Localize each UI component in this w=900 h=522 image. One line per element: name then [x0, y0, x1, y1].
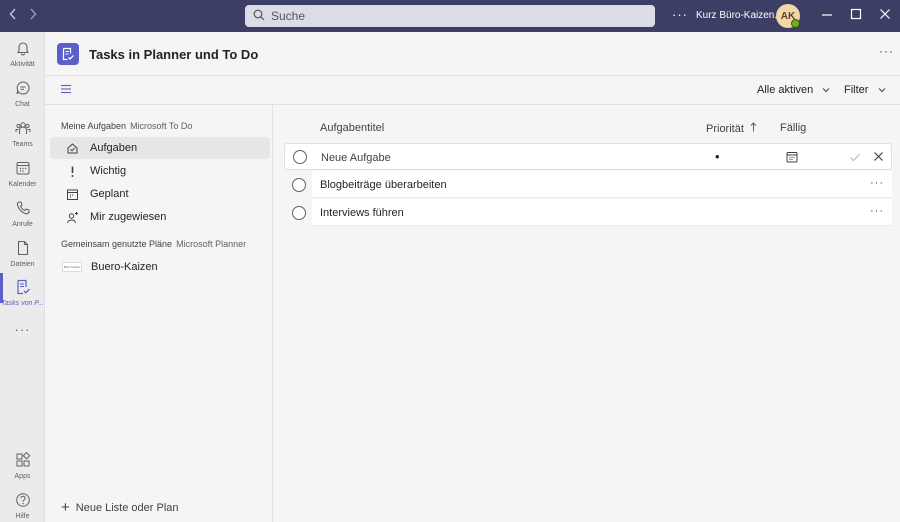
hamburger-menu-icon[interactable]	[60, 83, 72, 98]
toolbar: Alle aktiven Filter	[45, 76, 900, 105]
task-complete-circle-icon[interactable]	[292, 178, 306, 192]
org-name[interactable]: Kurz Büro-Kaizen...	[696, 10, 783, 21]
apps-icon	[15, 451, 31, 471]
rail-label: Chat	[15, 101, 30, 108]
help-icon	[15, 492, 31, 511]
app-rail: Aktivität Chat Teams Kalender Anrufe Dat…	[0, 32, 45, 522]
more-options-icon[interactable]: ···	[879, 44, 894, 58]
task-complete-circle-icon[interactable]	[292, 206, 306, 220]
exclamation-icon	[64, 165, 80, 178]
search-icon	[253, 9, 271, 24]
rail-label: Hilfe	[15, 513, 30, 520]
task-title: Interviews führen	[320, 207, 404, 219]
rail-label: Anrufe	[12, 221, 33, 228]
sidebar-item-label: Geplant	[90, 188, 129, 200]
rail-item-anrufe[interactable]: Anrufe	[0, 200, 45, 236]
task-more-icon[interactable]: ···	[870, 205, 884, 217]
sort-ascending-icon	[750, 122, 757, 135]
task-title: Blogbeiträge überarbeiten	[320, 179, 447, 191]
person-add-icon	[64, 211, 80, 224]
rail-label: Kalender	[8, 181, 37, 188]
column-header-priority[interactable]: Priorität	[706, 122, 757, 135]
rail-label: Tasks von P...	[1, 300, 44, 307]
due-date-picker-icon[interactable]	[786, 151, 798, 166]
sidebar-item-wichtig[interactable]: Wichtig	[50, 160, 270, 182]
rail-label: Apps	[14, 473, 31, 480]
chat-icon	[15, 80, 31, 99]
page-title: Tasks in Planner und To Do	[89, 47, 259, 62]
rail-item-chat[interactable]: Chat	[0, 80, 45, 116]
plus-icon: +	[61, 499, 70, 516]
plan-thumbnail: Büro-Kaizen	[62, 262, 82, 272]
new-list-label: Neue Liste oder Plan	[75, 501, 179, 514]
column-header-priority-label: Priorität	[706, 123, 744, 135]
sidebar-item-label: Mir zugewiesen	[90, 211, 167, 223]
new-task-circle-icon	[293, 150, 307, 164]
priority-dot-icon[interactable]: •	[715, 149, 720, 164]
column-header-due[interactable]: Fällig	[780, 122, 806, 134]
search-placeholder: Suche	[271, 9, 306, 23]
more-options-icon[interactable]: ···	[672, 7, 688, 22]
shared-plans-heading-label: Gemeinsam genutzte Pläne	[61, 239, 173, 249]
rail-item-hilfe[interactable]: Hilfe	[0, 492, 45, 522]
shared-plans-source: Microsoft Planner	[176, 239, 247, 249]
close-icon[interactable]	[879, 7, 891, 24]
task-more-icon[interactable]: ···	[870, 177, 884, 189]
rail-item-tasks[interactable]: Tasks von P...	[0, 279, 45, 315]
phone-icon	[15, 200, 31, 219]
app-header: Tasks in Planner und To Do ···	[45, 32, 900, 76]
home-icon	[64, 142, 80, 155]
calendar-grid-icon	[64, 188, 80, 201]
file-icon	[15, 240, 31, 259]
view-dropdown-label: Alle aktiven	[757, 84, 814, 96]
chevron-down-icon	[822, 84, 830, 96]
chevron-right-icon[interactable]	[29, 8, 37, 23]
sidebar-item-label: Buero-Kaizen	[91, 261, 158, 273]
minimize-icon[interactable]	[821, 7, 833, 24]
sidebar-item-mir-zugewiesen[interactable]: Mir zugewiesen	[50, 206, 270, 228]
rail-label: Aktivität	[10, 61, 35, 68]
filter-label: Filter	[844, 84, 869, 96]
my-tasks-heading: Meine Aufgaben Microsoft To Do	[61, 121, 192, 131]
new-task-row: Neue Aufgabe •	[284, 143, 892, 170]
rail-item-teams[interactable]: Teams	[0, 120, 45, 156]
new-list-button[interactable]: + Neue Liste oder Plan	[61, 500, 179, 515]
column-header-title[interactable]: Aufgabentitel	[320, 122, 384, 134]
calendar-icon	[15, 160, 31, 179]
rail-item-dateien[interactable]: Dateien	[0, 240, 45, 276]
chevron-down-icon	[878, 84, 886, 96]
maximize-icon[interactable]	[850, 7, 862, 24]
new-task-input[interactable]: Neue Aufgabe	[321, 152, 391, 164]
sidebar-item-plan-buero-kaizen[interactable]: Büro-Kaizen Buero-Kaizen	[50, 256, 270, 278]
rail-item-apps[interactable]: Apps	[0, 451, 45, 488]
sidebar-item-label: Aufgaben	[90, 142, 138, 154]
chevron-left-icon[interactable]	[9, 8, 17, 23]
teams-icon	[15, 120, 31, 139]
shared-plans-heading: Gemeinsam genutzte Pläne Microsoft Planne…	[61, 239, 246, 249]
task-list-sidebar: Meine Aufgaben Microsoft To Do Aufgaben W…	[45, 105, 273, 522]
task-row[interactable]: Interviews führen ···	[312, 199, 892, 226]
cancel-x-icon[interactable]	[873, 151, 884, 165]
filter-button[interactable]: Filter	[844, 84, 886, 96]
title-bar: Suche ··· Kurz Büro-Kaizen... AK	[0, 0, 900, 32]
sidebar-item-geplant[interactable]: Geplant	[50, 183, 270, 205]
sidebar-item-aufgaben[interactable]: Aufgaben	[50, 137, 270, 159]
my-tasks-source: Microsoft To Do	[130, 121, 193, 131]
rail-more-apps[interactable]: ···	[0, 322, 45, 358]
task-row[interactable]: Blogbeiträge überarbeiten ···	[312, 171, 892, 198]
my-tasks-heading-label: Meine Aufgaben	[61, 121, 127, 131]
task-list-panel: Aufgabentitel Priorität Fällig Neue Aufg…	[274, 105, 900, 522]
tasks-app-icon	[57, 43, 79, 65]
tasks-icon	[15, 279, 31, 298]
sidebar-item-label: Wichtig	[90, 165, 127, 177]
rail-label: Teams	[12, 141, 33, 148]
search-input[interactable]: Suche	[245, 5, 655, 27]
rail-item-aktivitaet[interactable]: Aktivität	[0, 40, 45, 76]
rail-label: Dateien	[10, 261, 35, 268]
confirm-check-icon[interactable]	[849, 151, 861, 166]
presence-status-icon	[791, 19, 800, 28]
bell-icon	[15, 40, 31, 59]
rail-item-kalender[interactable]: Kalender	[0, 160, 45, 196]
view-dropdown[interactable]: Alle aktiven	[757, 84, 830, 96]
